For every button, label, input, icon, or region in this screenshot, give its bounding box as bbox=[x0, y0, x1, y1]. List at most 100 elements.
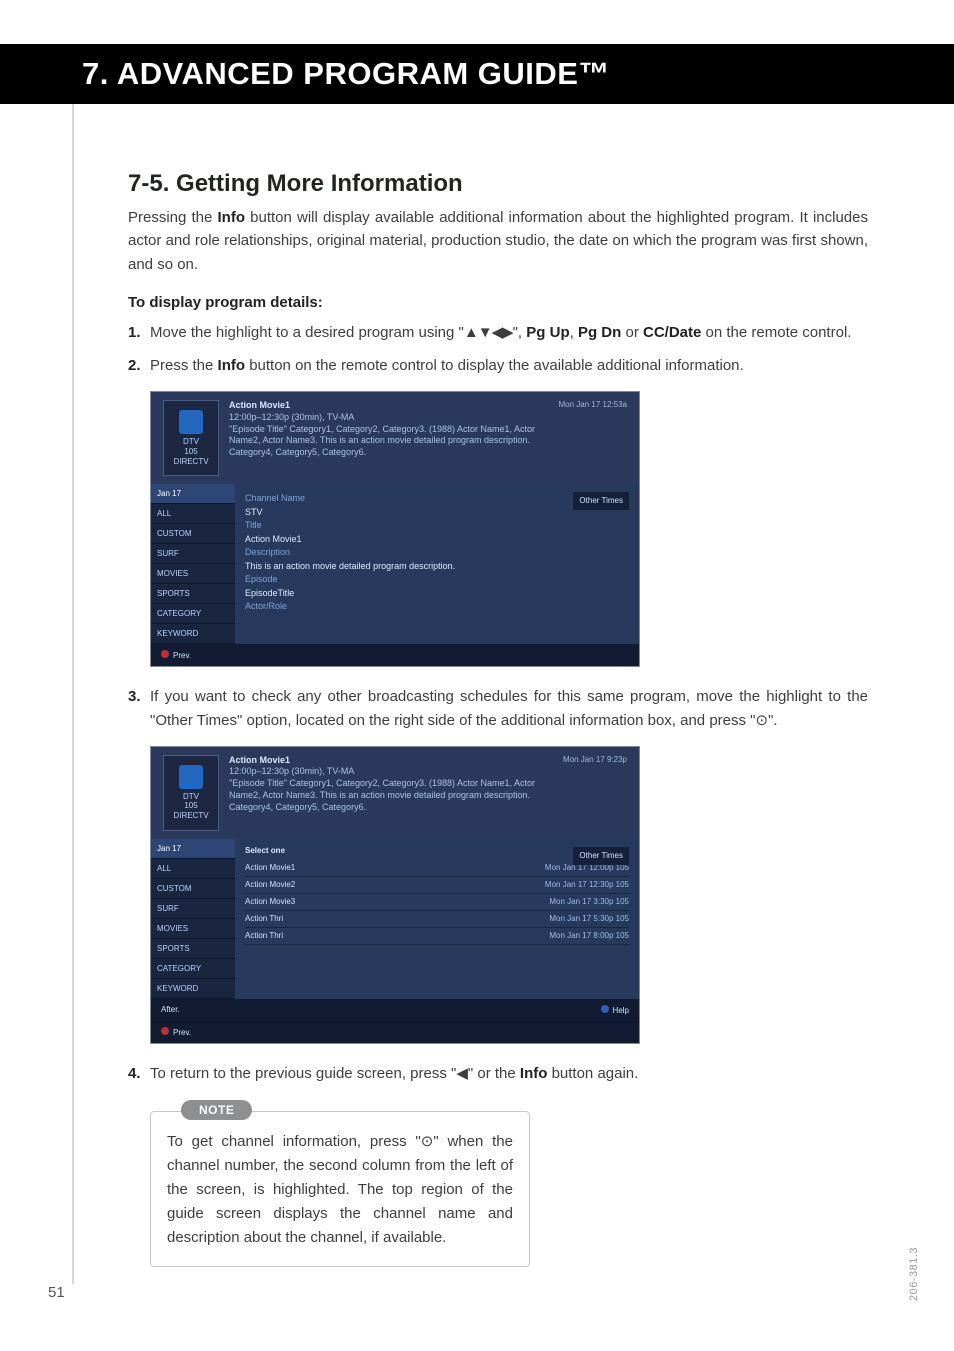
nav2-category[interactable]: CATEGORY bbox=[151, 959, 235, 979]
row-name: Action Movie2 bbox=[245, 879, 295, 891]
shot2-datetime: Mon Jan 17 9:23p bbox=[563, 755, 627, 831]
red-dot-icon bbox=[161, 650, 169, 658]
table-row[interactable]: Action ThriMon Jan 17 5:30p 105 bbox=[245, 911, 629, 928]
nav-category[interactable]: CATEGORY bbox=[151, 604, 235, 624]
shot2-header: DTV 105 DIRECTV Action Movie1 12:00p–12:… bbox=[151, 747, 639, 839]
table-row[interactable]: Action ThriMon Jan 17 8:00p 105 bbox=[245, 928, 629, 945]
step-1-d: or bbox=[621, 324, 643, 341]
lbl-episode: Episode bbox=[245, 574, 278, 584]
nav2-sports[interactable]: SPORTS bbox=[151, 939, 235, 959]
page-number: 51 bbox=[48, 1284, 65, 1301]
section-heading: 7-5. Getting More Information bbox=[128, 170, 868, 198]
nav-surf[interactable]: SURF bbox=[151, 544, 235, 564]
intro-info: Info bbox=[218, 209, 246, 226]
nav-jan17[interactable]: Jan 17 bbox=[151, 484, 235, 504]
step-3-num: 3. bbox=[128, 685, 141, 708]
arrow-keys-icon: ▲▼◀▶ bbox=[464, 324, 513, 341]
nav2-all[interactable]: ALL bbox=[151, 859, 235, 879]
chapter-title: 7. ADVANCED PROGRAM GUIDE™ bbox=[82, 56, 610, 92]
other-times-button-2[interactable]: Other Times bbox=[573, 847, 629, 865]
nav2-keyword[interactable]: KEYWORD bbox=[151, 979, 235, 999]
shot1-nav: Jan 17 ALL CUSTOM SURF MOVIES SPORTS CAT… bbox=[151, 484, 235, 644]
shot1-desc: "Episode Title" Category1, Category2, Ca… bbox=[229, 424, 549, 459]
lbl-channel: Channel Name bbox=[245, 493, 305, 503]
logo-line-1: DTV bbox=[183, 437, 199, 447]
nav-all[interactable]: ALL bbox=[151, 504, 235, 524]
step-1-a: Move the highlight to a desired program … bbox=[150, 324, 464, 341]
note-label: NOTE bbox=[181, 1100, 252, 1120]
nav-keyword[interactable]: KEYWORD bbox=[151, 624, 235, 644]
step-1-num: 1. bbox=[128, 321, 141, 344]
shot2-nav: Jan 17 ALL CUSTOM SURF MOVIES SPORTS CAT… bbox=[151, 839, 235, 999]
nav-movies[interactable]: MOVIES bbox=[151, 564, 235, 584]
shot1-time: 12:00p–12:30p (30min), TV-MA bbox=[229, 412, 549, 424]
note-text: To get channel information, press "⊙" wh… bbox=[167, 1130, 513, 1250]
nav2-surf[interactable]: SURF bbox=[151, 899, 235, 919]
note-box: NOTE To get channel information, press "… bbox=[150, 1111, 530, 1267]
side-code: 206-381.3 bbox=[908, 1247, 920, 1301]
step-4: 4. To return to the previous guide scree… bbox=[128, 1062, 868, 1085]
shot2-desc: "Episode Title" Category1, Category2, Ca… bbox=[229, 778, 553, 813]
page: 7. ADVANCED PROGRAM GUIDE™ 7-5. Getting … bbox=[0, 0, 954, 1351]
step-4-num: 4. bbox=[128, 1062, 141, 1085]
directv-logo-2: DTV 105 DIRECTV bbox=[163, 755, 219, 831]
subhead: To display program details: bbox=[128, 294, 868, 311]
row-when: Mon Jan 17 8:00p 105 bbox=[549, 930, 629, 942]
shot2-time: 12:00p–12:30p (30min), TV-MA bbox=[229, 766, 553, 778]
shot2-footer: After. Help bbox=[151, 999, 639, 1021]
d-icon bbox=[179, 410, 203, 434]
table-row[interactable]: Action Movie1Mon Jan 17 12:00p 105 bbox=[245, 860, 629, 877]
step-3: 3. If you want to check any other broadc… bbox=[128, 685, 868, 732]
steps-list: 1. Move the highlight to a desired progr… bbox=[128, 321, 868, 378]
help-indicator[interactable]: Help bbox=[601, 1005, 629, 1015]
select-icon: ⊙ bbox=[756, 709, 769, 732]
nav-custom[interactable]: CUSTOM bbox=[151, 524, 235, 544]
step-2-a: Press the bbox=[150, 357, 218, 374]
intro-paragraph: Pressing the Info button will display av… bbox=[128, 206, 868, 276]
prev-label: Prev. bbox=[173, 651, 191, 660]
content-region: 7-5. Getting More Information Pressing t… bbox=[128, 170, 868, 1267]
step-3-b: ". bbox=[768, 712, 778, 729]
directv-logo: DTV 105 DIRECTV bbox=[163, 400, 219, 476]
row-name: Action Movie3 bbox=[245, 896, 295, 908]
row-when: Mon Jan 17 12:30p 105 bbox=[545, 879, 629, 891]
screenshot-program-details: DTV 105 DIRECTV Action Movie1 12:00p–12:… bbox=[150, 391, 640, 667]
shot2-title: Action Movie1 bbox=[229, 755, 553, 767]
shot1-header-text: Action Movie1 12:00p–12:30p (30min), TV-… bbox=[229, 400, 549, 476]
logo2-line-2: 105 bbox=[184, 801, 197, 811]
step-2: 2. Press the Info button on the remote c… bbox=[128, 354, 868, 377]
other-times-button[interactable]: Other Times bbox=[573, 492, 629, 510]
table-row[interactable]: Action Movie2 Mon Jan 17 12:30p 105 bbox=[245, 877, 629, 894]
steps-list-3: 4. To return to the previous guide scree… bbox=[128, 1062, 868, 1085]
val-channel: STV bbox=[245, 506, 629, 520]
table-row[interactable]: Action Movie3Mon Jan 17 3:30p 105 bbox=[245, 894, 629, 911]
step-2-b: button on the remote control to display … bbox=[245, 357, 744, 374]
prev-indicator-2[interactable]: Prev. bbox=[161, 1027, 191, 1037]
step-4-c: button again. bbox=[547, 1065, 638, 1082]
row-name: Action Movie1 bbox=[245, 862, 295, 874]
prev-label-2: Prev. bbox=[173, 1028, 191, 1037]
nav-sports[interactable]: SPORTS bbox=[151, 584, 235, 604]
nav2-movies[interactable]: MOVIES bbox=[151, 919, 235, 939]
lbl-title: Title bbox=[245, 520, 262, 530]
shot2-main: Other Times Select one Action Movie1Mon … bbox=[235, 839, 639, 999]
screenshot-other-times: DTV 105 DIRECTV Action Movie1 12:00p–12:… bbox=[150, 746, 640, 1044]
row-when: Mon Jan 17 5:30p 105 bbox=[549, 913, 629, 925]
d-icon-2 bbox=[179, 765, 203, 789]
chapter-bar: 7. ADVANCED PROGRAM GUIDE™ bbox=[0, 44, 954, 104]
prev-indicator[interactable]: Prev. bbox=[161, 650, 191, 660]
shot1-footer: Prev. bbox=[151, 644, 639, 666]
after-indicator[interactable]: After. bbox=[161, 1005, 180, 1014]
logo2-line-1: DTV bbox=[183, 792, 199, 802]
step-1: 1. Move the highlight to a desired progr… bbox=[128, 321, 868, 344]
shot2-body: Jan 17 ALL CUSTOM SURF MOVIES SPORTS CAT… bbox=[151, 839, 639, 999]
select-icon-2: ⊙ bbox=[421, 1130, 434, 1154]
step-4-info: Info bbox=[520, 1065, 548, 1082]
nav2-jan17[interactable]: Jan 17 bbox=[151, 839, 235, 859]
shot1-body: Jan 17 ALL CUSTOM SURF MOVIES SPORTS CAT… bbox=[151, 484, 639, 644]
shot2-footer-2: Prev. bbox=[151, 1021, 639, 1043]
nav2-custom[interactable]: CUSTOM bbox=[151, 879, 235, 899]
step-1-e: on the remote control. bbox=[701, 324, 851, 341]
help-label: Help bbox=[613, 1006, 629, 1015]
step-4-a: To return to the previous guide screen, … bbox=[150, 1065, 456, 1082]
